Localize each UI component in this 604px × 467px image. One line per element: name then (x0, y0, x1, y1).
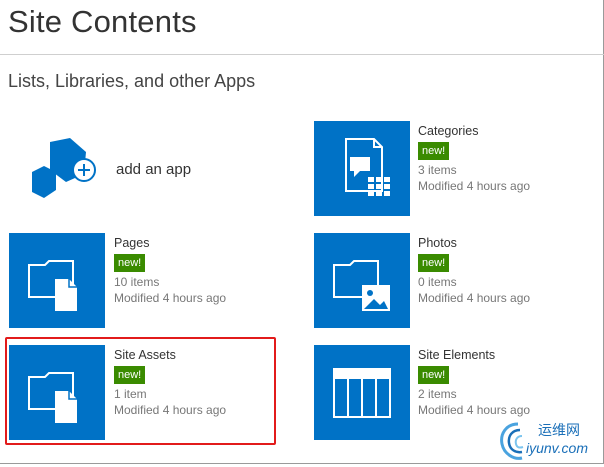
title-divider (0, 54, 604, 55)
highlight-box (5, 337, 276, 445)
modified-text: Modified 4 hours ago (114, 291, 227, 305)
item-count: 3 items (418, 163, 457, 177)
app-info-site-elements: Site Elements new! 2 items Modified 4 ho… (418, 347, 530, 418)
new-badge: new! (114, 254, 146, 272)
modified-text: Modified 4 hours ago (418, 291, 531, 305)
add-app-link[interactable]: add an app (116, 161, 191, 178)
app-tile-photos[interactable] (314, 233, 410, 328)
watermark-text: 运维网 (538, 422, 580, 438)
app-info-photos: Photos new! 0 items Modified 4 hours ago (418, 235, 530, 306)
modified-text: Modified 4 hours ago (418, 403, 531, 417)
app-name[interactable]: Site Elements (418, 347, 530, 363)
app-tile-categories[interactable] (314, 121, 410, 216)
item-count: 10 items (114, 275, 160, 289)
picture-library-icon (333, 260, 390, 311)
app-name[interactable]: Photos (418, 235, 530, 251)
section-title: Lists, Libraries, and other Apps (8, 71, 256, 91)
watermark: 运维网 iyunv.com (498, 418, 602, 462)
item-count: 0 items (418, 275, 457, 289)
item-count: 2 items (418, 387, 457, 401)
page-title: Site Contents (8, 4, 197, 39)
modified-text: Modified 4 hours ago (418, 179, 531, 193)
app-info-pages: Pages new! 10 items Modified 4 hours ago (114, 235, 226, 306)
document-library-icon (28, 260, 77, 311)
watermark-url: iyunv.com (526, 440, 588, 456)
add-app-tile[interactable] (24, 138, 104, 204)
new-badge: new! (418, 254, 450, 272)
add-app-icon (32, 138, 96, 198)
app-info-categories: Categories new! 3 items Modified 4 hours… (418, 123, 530, 194)
app-tile-pages[interactable] (9, 233, 105, 328)
new-badge: new! (418, 366, 450, 384)
custom-list-icon (333, 368, 391, 418)
app-name[interactable]: Pages (114, 235, 226, 251)
app-name[interactable]: Categories (418, 123, 530, 139)
list-grid-icon (345, 138, 390, 196)
app-tile-site-elements[interactable] (314, 345, 410, 440)
new-badge: new! (418, 142, 450, 160)
